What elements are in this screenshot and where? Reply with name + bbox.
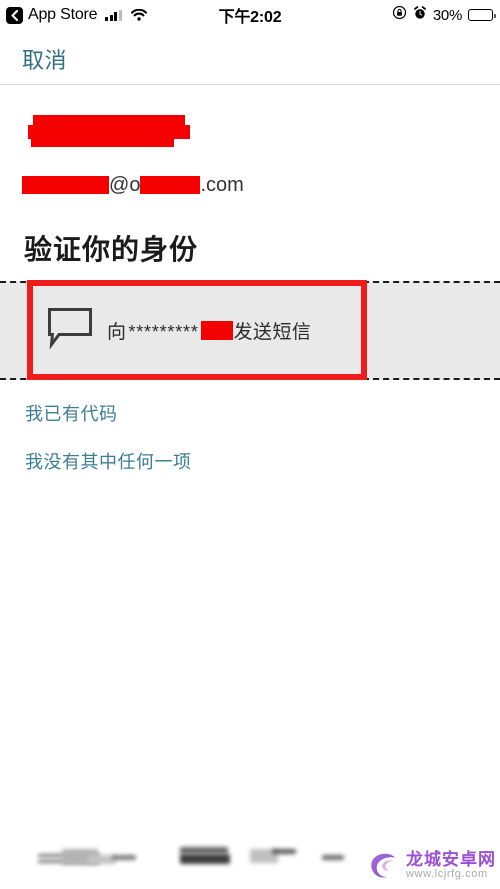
send-sms-label: 向 ********* 发送短信 [107,317,311,344]
status-bar-right: 30% [392,5,496,25]
alarm-clock-icon [413,5,427,25]
battery-icon [468,9,496,21]
nav-bar: 取消 [0,30,500,85]
watermark-title: 龙城安卓网 [406,850,496,870]
sms-masked-number: ********* [128,321,199,342]
page-title: 验证你的身份 [24,234,199,265]
email-suffix: .com [200,174,244,196]
rotation-lock-icon [392,5,407,25]
watermark-url: www.lcjrfg.com [406,868,488,881]
email-domain-redaction [140,176,201,194]
watermark-text: 龙城安卓网 www.lcjrfg.com [406,851,496,880]
sms-prefix: 向 [107,321,127,343]
battery-percent-label: 30% [432,6,462,24]
have-code-link[interactable]: 我已有代码 [25,400,118,426]
site-watermark: 龙城安卓网 www.lcjrfg.com [368,849,496,883]
sms-number-redaction [200,320,233,340]
bottom-blurred-bar: 龙城安卓网 www.lcjrfg.com [0,819,500,889]
email-domain-first-letter: o [129,174,141,196]
account-email: @ o .com [22,174,244,196]
cancel-button[interactable]: 取消 [22,43,67,75]
chat-bubble-icon [47,307,93,354]
sms-action-label: 发送短信 [233,321,312,343]
status-bar: App Store 下午2:02 30% [0,0,500,30]
email-prefix-redaction [22,176,109,194]
none-of-these-link[interactable]: 我没有其中任何一项 [25,448,192,474]
email-at-symbol: @ [109,174,130,196]
account-name-redacted [28,115,190,148]
lc-swirl-logo-icon [368,849,402,883]
send-sms-option[interactable]: 向 ********* 发送短信 [27,280,367,380]
